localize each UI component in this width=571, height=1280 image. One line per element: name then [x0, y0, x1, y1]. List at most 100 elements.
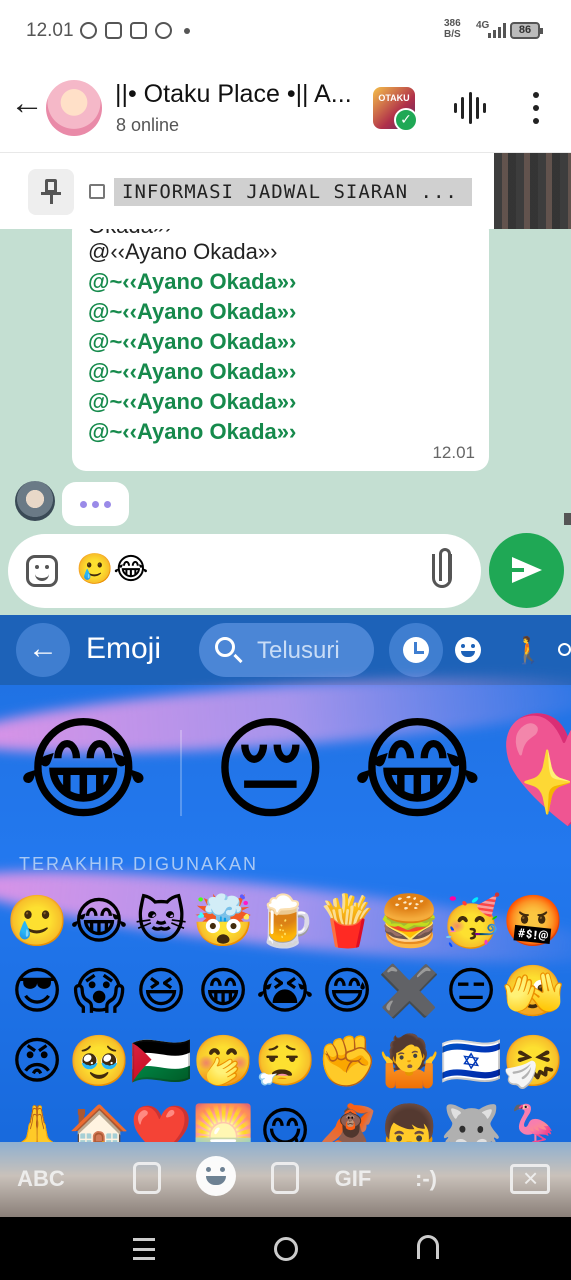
voice-chat-icon[interactable] [454, 92, 486, 124]
clock-icon [403, 637, 429, 663]
abc-key[interactable]: ABC [14, 1162, 68, 1196]
notification-icons [80, 22, 190, 39]
message-line: Okada»› [88, 229, 172, 239]
tab-recent[interactable] [389, 623, 443, 677]
mention-link[interactable]: @~‹‹Ayano Okada»› [88, 269, 296, 295]
divider [180, 730, 182, 816]
pin-icon [41, 179, 61, 205]
emoji-keyboard: ← Emoji Telusuri 🚶 😂 😔 😂 💖 TERAKHIR DIGU… [0, 615, 571, 1217]
back-icon[interactable] [417, 1235, 439, 1259]
game-icon [155, 22, 172, 39]
smiley-icon[interactable] [455, 637, 481, 663]
checkmark-icon: ✓ [394, 108, 418, 132]
pinned-message-bar[interactable]: INFORMASI JADWAL SIARAN ... [0, 152, 571, 230]
emoji-cell[interactable]: 🤷 [378, 1030, 440, 1092]
chat-header: ← ||• Otaku Place •|| A... 8 online OTAK… [0, 62, 571, 152]
emoji-cell[interactable]: 🍟 [316, 890, 378, 952]
send-icon [512, 557, 542, 583]
emoji-cell[interactable]: 🐱 [130, 890, 192, 952]
emoji-cell[interactable]: 😅 [316, 960, 378, 1022]
more-icon[interactable] [558, 643, 571, 656]
more-notifications-dot-icon [184, 27, 190, 34]
message-line: @‹‹Ayano Okada»› [88, 239, 278, 264]
featured-emoji[interactable]: 😂 [18, 700, 149, 840]
emoji-cell[interactable]: 🤬 [502, 890, 564, 952]
featured-emoji[interactable]: 😂 [352, 700, 483, 840]
mention-link[interactable]: @~‹‹Ayano Okada»› [88, 389, 296, 415]
image-icon [89, 184, 105, 199]
emoji-cell[interactable]: 🥲 [6, 890, 68, 952]
emoji-cell[interactable]: 😱 [68, 960, 130, 1022]
emoji-cell[interactable]: ✖️ [378, 960, 440, 1022]
home-icon[interactable] [274, 1237, 298, 1261]
backspace-icon[interactable] [510, 1163, 550, 1194]
scrollbar[interactable] [564, 513, 571, 525]
avatar[interactable] [15, 481, 55, 521]
section-label-recent: TERAKHIR DIGUNAKAN [19, 854, 259, 874]
back-arrow-icon[interactable]: ← [10, 86, 44, 122]
mention-link[interactable]: @~‹‹Ayano Okada»› [88, 419, 296, 445]
featured-emoji[interactable]: 💖 [498, 700, 571, 840]
emoji-cell[interactable]: 😎 [6, 960, 68, 1022]
emoji-cell[interactable]: 😁 [192, 960, 254, 1022]
emoji-cell[interactable]: 🤧 [502, 1030, 564, 1092]
pinned-message-text[interactable]: INFORMASI JADWAL SIARAN ... [114, 178, 472, 206]
emoji-cell[interactable]: 😆 [130, 960, 192, 1022]
pin-button[interactable] [28, 169, 74, 215]
emoji-cell[interactable]: ✊ [316, 1030, 378, 1092]
group-name[interactable]: ||• Otaku Place •|| A... [115, 80, 365, 109]
person-icon[interactable]: 🚶 [512, 633, 544, 667]
emoji-cell[interactable]: 🍔 [378, 890, 440, 952]
message-composer[interactable]: 🥲😂 [8, 534, 481, 608]
emoji-cell[interactable]: 😮‍💨 [254, 1030, 316, 1092]
community-badge-label: OTAKU [378, 93, 410, 103]
facebook-icon [130, 22, 147, 39]
signal-icon [488, 22, 506, 38]
emoji-cell[interactable]: 🫣 [502, 960, 564, 1022]
pinned-thumbnail[interactable] [494, 153, 571, 230]
emoji-cell[interactable]: 🤯 [192, 890, 254, 952]
attach-icon[interactable] [432, 548, 452, 588]
chat-area[interactable]: Okada»› @‹‹Ayano Okada»› @~‹‹Ayano Okada… [0, 229, 571, 615]
recent-apps-icon[interactable] [133, 1238, 155, 1260]
gif-key[interactable]: GIF [331, 1162, 375, 1196]
keyboard-back-button[interactable]: ← [16, 623, 70, 677]
online-status: 8 online [116, 115, 180, 135]
sticker-icon[interactable] [26, 555, 58, 587]
featured-emoji-row: 😂 😔 😂 💖 [0, 700, 571, 840]
message-input[interactable]: 🥲😂 [76, 552, 148, 588]
net-speed: 386 B/S [444, 18, 461, 40]
emoji-kitchen-icon[interactable] [133, 1162, 161, 1194]
send-button[interactable] [489, 533, 564, 608]
emoji-cell[interactable]: 🤭 [192, 1030, 254, 1092]
battery-icon: 86 [510, 22, 543, 39]
emoji-cell[interactable]: 🇮🇱 [440, 1030, 502, 1092]
mention-link[interactable]: @~‹‹Ayano Okada»› [88, 359, 296, 385]
search-placeholder: Telusuri [257, 637, 340, 664]
emoji-search-input[interactable]: Telusuri [199, 623, 374, 677]
emoticon-key[interactable]: :-) [404, 1162, 448, 1196]
emoji-cell[interactable]: 😑 [440, 960, 502, 1022]
group-avatar[interactable] [46, 80, 102, 136]
sticker-tab-icon[interactable] [271, 1162, 299, 1194]
message-bubble[interactable]: Okada»› @‹‹Ayano Okada»› @~‹‹Ayano Okada… [72, 229, 489, 471]
emoji-cell[interactable]: 😭 [254, 960, 316, 1022]
emoji-title: Emoji [86, 632, 162, 665]
message-time: 12.01 [432, 443, 475, 462]
tab-emoji[interactable] [196, 1156, 236, 1196]
status-time: 12.01 [26, 20, 74, 41]
app-notification-icon [105, 22, 122, 39]
emoji-cell[interactable]: 😂 [68, 890, 130, 952]
system-nav-bar [0, 1217, 571, 1280]
emoji-cell[interactable]: 🇵🇸 [130, 1030, 192, 1092]
featured-emoji[interactable]: 😔 [212, 700, 329, 840]
emoji-cell[interactable]: 🍺 [254, 890, 316, 952]
typing-indicator [62, 482, 129, 526]
emoji-cell[interactable]: 🥳 [440, 890, 502, 952]
more-options-icon[interactable] [528, 92, 544, 124]
net-speed-value: 386 [444, 18, 461, 29]
mention-link[interactable]: @~‹‹Ayano Okada»› [88, 299, 296, 325]
emoji-cell[interactable]: 🥹 [68, 1030, 130, 1092]
emoji-cell[interactable]: 😡 [6, 1030, 68, 1092]
mention-link[interactable]: @~‹‹Ayano Okada»› [88, 329, 296, 355]
